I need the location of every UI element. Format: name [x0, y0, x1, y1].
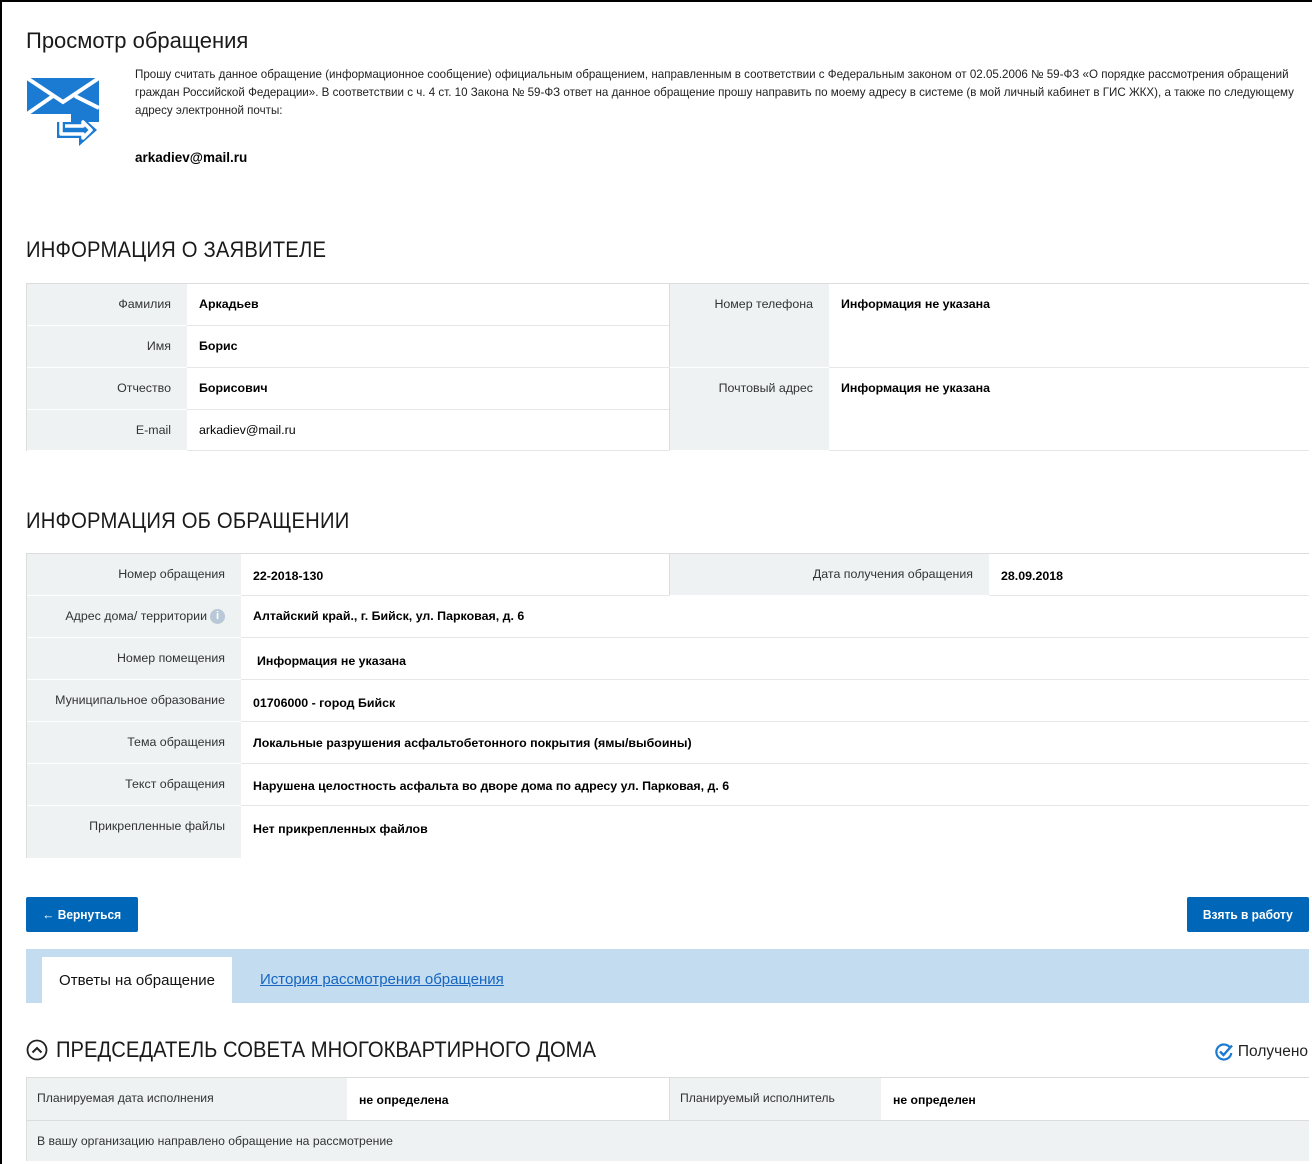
applicant-heading: ИНФОРМАЦИЯ О ЗАЯВИТЕЛЕ: [26, 237, 327, 262]
postal-label: Почтовый адрес: [669, 368, 829, 451]
appeal-date-value: 28.09.2018: [989, 554, 1309, 596]
collapse-chevron-icon[interactable]: [26, 1039, 48, 1061]
files-label: Прикрепленные файлы: [27, 806, 241, 858]
planned-date-value: не определена: [347, 1078, 669, 1120]
postal-value: Информация не указана: [829, 368, 1309, 451]
room-label: Номер помещения: [27, 638, 241, 680]
phone-label: Номер телефона: [669, 284, 829, 368]
status-received: Получено: [1214, 1042, 1308, 1062]
page-title: Просмотр обращения: [26, 28, 249, 53]
room-value: Информация не указана: [241, 638, 1309, 680]
appeal-heading: ИНФОРМАЦИЯ ОБ ОБРАЩЕНИИ: [26, 508, 350, 533]
municipality-label: Муниципальное образование: [27, 680, 241, 722]
topic-label: Тема обращения: [27, 722, 241, 764]
text-label: Текст обращения: [27, 764, 241, 806]
email-label: E-mail: [27, 410, 187, 451]
window-top-border: [0, 0, 1312, 2]
check-circle-icon: [1215, 1043, 1233, 1061]
answer-table: Планируемая дата исполнения не определен…: [26, 1077, 1309, 1161]
patronymic-label: Отчество: [27, 368, 187, 410]
planned-executor-value: не определен: [881, 1078, 1309, 1120]
tabs-bar: Ответы на обращение История рассмотрения…: [26, 949, 1309, 1003]
files-value: Нет прикрепленных файлов: [241, 806, 1309, 858]
email-value: arkadiev@mail.ru: [187, 410, 669, 451]
appeal-number-label: Номер обращения: [27, 554, 241, 596]
take-to-work-button[interactable]: Взять в работу: [1187, 897, 1309, 932]
planned-executor-label: Планируемый исполнитель: [669, 1078, 881, 1120]
address-label: Адрес дома/ территории i: [27, 596, 241, 638]
appeal-date-label: Дата получения обращения: [669, 554, 989, 596]
topic-value: Локальные разрушения асфальтобетонного п…: [241, 722, 1309, 764]
surname-label: Фамилия: [27, 284, 187, 326]
intro-email: arkadiev@mail.ru: [135, 150, 248, 165]
window-left-border: [0, 0, 2, 1164]
patronymic-value: Борисович: [187, 368, 669, 410]
intro-text: Прошу считать данное обращение (информац…: [135, 68, 1294, 117]
name-label: Имя: [27, 326, 187, 368]
surname-value: Аркадьев: [187, 284, 669, 326]
appeal-number-value: 22-2018-130: [241, 554, 669, 596]
address-value: Алтайский край., г. Бийск, ул. Парковая,…: [241, 596, 1309, 638]
text-value: Нарушена целостность асфальта во дворе д…: [241, 764, 1309, 806]
answer-note: В вашу организацию направлено обращение …: [27, 1120, 1309, 1161]
phone-value: Информация не указана: [829, 284, 1309, 368]
status-label: Получено: [1237, 1043, 1308, 1060]
back-button[interactable]: ← Вернуться: [26, 897, 138, 932]
tab-answers[interactable]: Ответы на обращение: [42, 957, 232, 1003]
municipality-value: 01706000 - город Бийск: [241, 680, 1309, 722]
answer-title: ПРЕДСЕДАТЕЛЬ СОВЕТА МНОГОКВАРТИРНОГО ДОМ…: [56, 1037, 597, 1062]
applicant-table: Фамилия Аркадьев Имя Борис Отчество Бори…: [26, 283, 1309, 451]
tab-history[interactable]: История рассмотрения обращения: [260, 971, 504, 988]
appeal-table: Номер обращения 22-2018-130 Дата получен…: [26, 553, 1309, 858]
name-value: Борис: [187, 326, 669, 368]
info-icon[interactable]: i: [210, 609, 225, 625]
envelope-arrow-icon: [27, 76, 99, 146]
answer-header: ПРЕДСЕДАТЕЛЬ СОВЕТА МНОГОКВАРТИРНОГО ДОМ…: [26, 1037, 643, 1063]
planned-date-label: Планируемая дата исполнения: [27, 1078, 347, 1120]
